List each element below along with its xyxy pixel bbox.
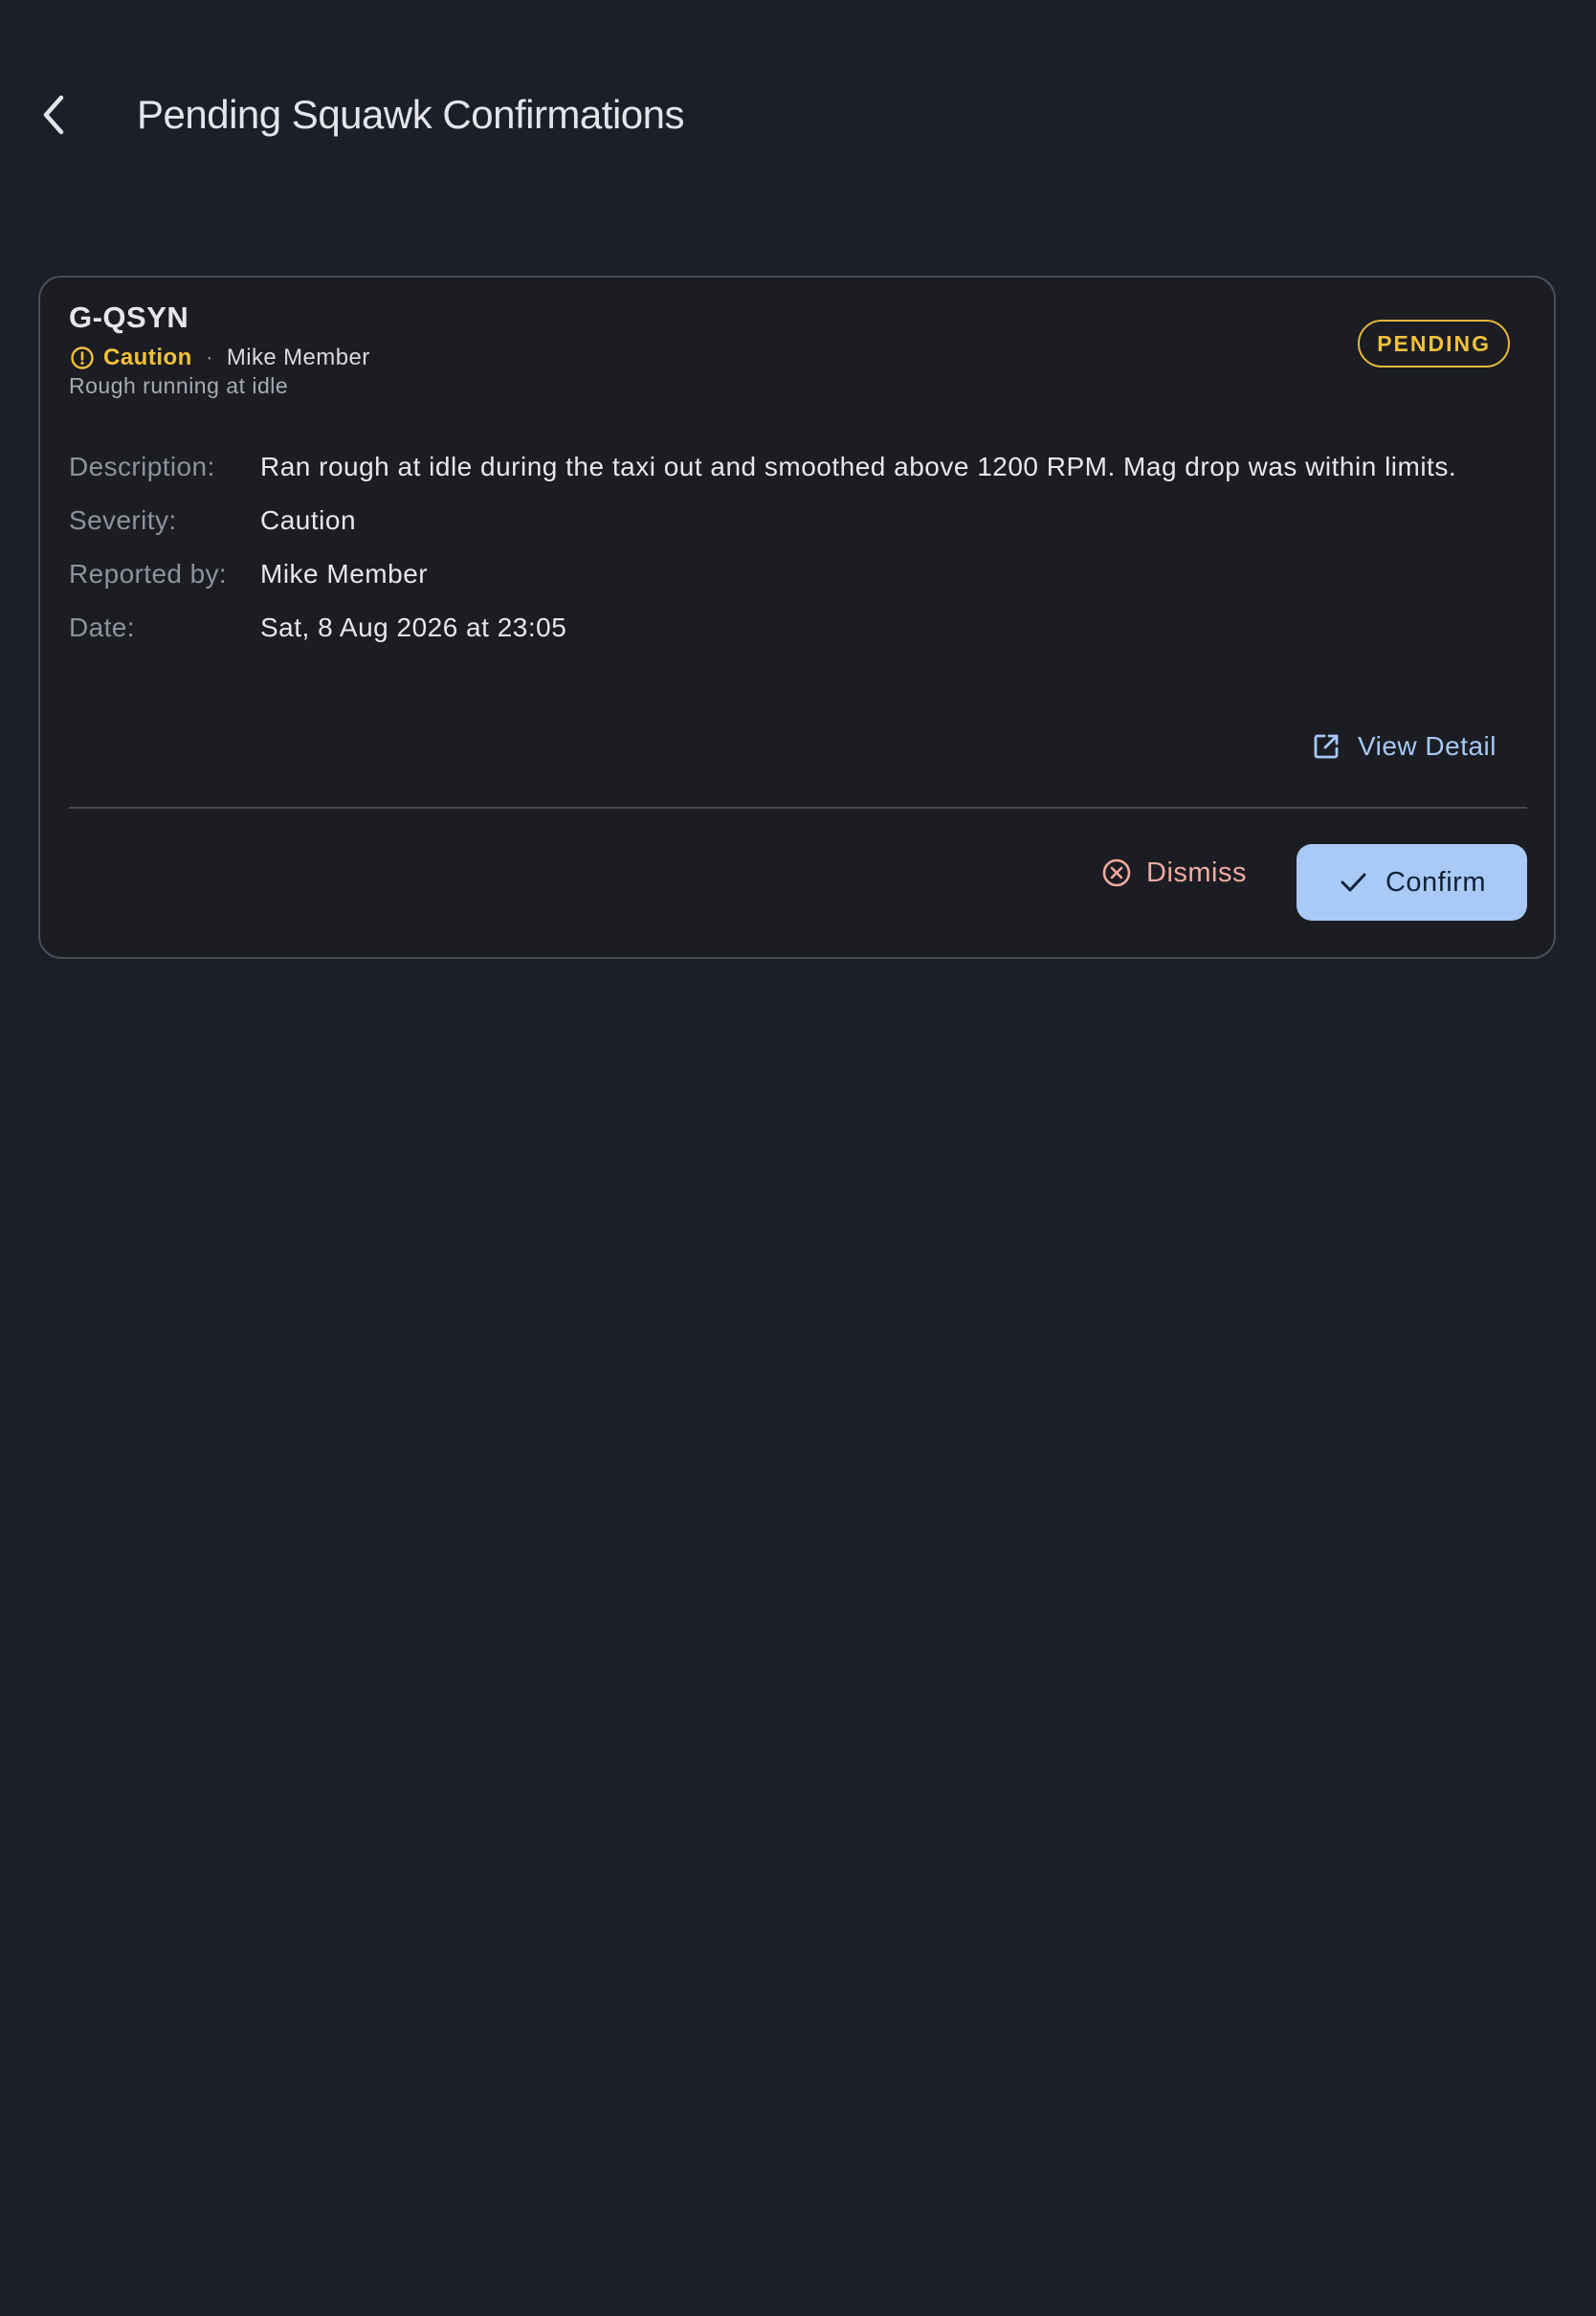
open-in-new-icon <box>1310 730 1342 763</box>
dismiss-label: Dismiss <box>1146 857 1247 888</box>
view-detail-label: View Detail <box>1357 731 1496 761</box>
chevron-left-icon <box>43 95 64 135</box>
detail-row-description: Description: Ran rough at idle during th… <box>69 448 1504 486</box>
detail-label: Description: <box>69 452 215 481</box>
confirm-label: Confirm <box>1385 866 1486 898</box>
back-button[interactable] <box>25 84 86 145</box>
squawk-details: Description: Ran rough at idle during th… <box>69 448 1504 662</box>
detail-row-severity: Severity: Caution <box>69 501 1504 540</box>
detail-label: Reported by: <box>69 559 228 589</box>
detail-row-date: Date: Sat, 8 Aug 2026 at 23:05 <box>69 609 1504 647</box>
severity-label: Caution <box>103 345 192 370</box>
description-value: Ran rough at idle during the taxi out an… <box>260 452 1457 481</box>
squawk-summary: Rough running at idle <box>69 373 289 398</box>
aircraft-registration: G-QSYN <box>69 301 189 334</box>
dismiss-button[interactable]: Dismiss <box>1100 844 1247 902</box>
detail-label: Severity: <box>69 505 177 535</box>
detail-row-reporter: Reported by: Mike Member <box>69 555 1504 593</box>
date-value: Sat, 8 Aug 2026 at 23:05 <box>260 612 567 642</box>
status-badge: PENDING <box>1358 320 1510 367</box>
meta-separator: · <box>205 345 213 370</box>
view-detail-button[interactable]: View Detail <box>1310 727 1496 766</box>
reporter-name: Mike Member <box>226 345 370 370</box>
alert-circle-icon <box>69 345 96 371</box>
check-icon <box>1338 867 1368 898</box>
cancel-circle-icon <box>1100 857 1133 889</box>
detail-label: Date: <box>69 612 135 642</box>
severity-value: Caution <box>260 505 357 535</box>
confirm-button[interactable]: Confirm <box>1297 844 1527 921</box>
squawk-card: G-QSYN Caution · Mike Member Rough runni… <box>38 276 1556 959</box>
app-bar: Pending Squawk Confirmations <box>0 0 1596 230</box>
squawk-meta: Caution · Mike Member <box>69 341 370 375</box>
divider <box>69 807 1527 809</box>
reporter-value: Mike Member <box>260 559 429 589</box>
page-title: Pending Squawk Confirmations <box>137 92 685 137</box>
